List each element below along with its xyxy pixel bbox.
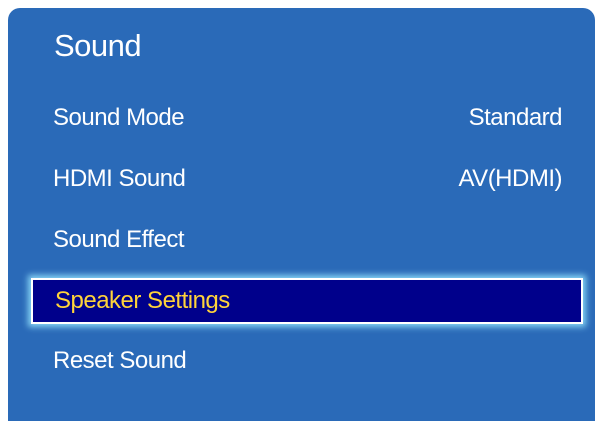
menu-item-sound-mode[interactable]: Sound Mode Standard: [31, 95, 583, 141]
menu-item-speaker-settings[interactable]: Speaker Settings: [31, 278, 583, 324]
menu-item-value: AV(HDMI): [458, 165, 562, 192]
menu-item-label: Speaker Settings: [55, 287, 230, 314]
panel-title: Sound: [54, 28, 142, 63]
menu-item-label: Reset Sound: [53, 347, 187, 374]
menu-item-hdmi-sound[interactable]: HDMI Sound AV(HDMI): [31, 156, 583, 202]
menu-item-label: Sound Mode: [53, 104, 185, 131]
menu-item-label: HDMI Sound: [53, 165, 186, 192]
sound-menu-panel: Sound Sound Mode Standard HDMI Sound AV(…: [8, 8, 595, 421]
menu-item-reset-sound[interactable]: Reset Sound: [31, 338, 583, 384]
menu-item-label: Sound Effect: [53, 226, 185, 253]
menu-item-sound-effect[interactable]: Sound Effect: [31, 217, 583, 263]
menu-item-value: Standard: [468, 104, 563, 131]
